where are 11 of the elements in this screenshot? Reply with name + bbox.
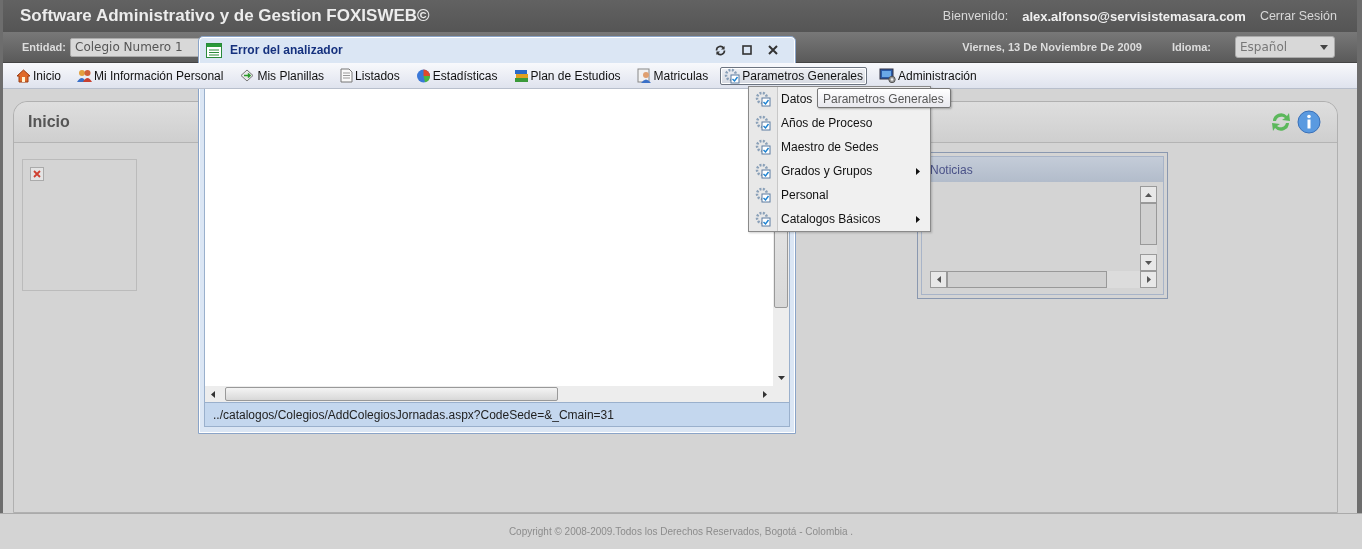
panel-title: Inicio <box>28 113 70 131</box>
user-email: alex.alfonso@servisistemasara.com <box>1022 8 1246 24</box>
tooltip: Parametros Generales <box>817 88 951 108</box>
entity-label: Entidad: <box>22 41 66 53</box>
url-text: ../catalogos/Colegios/AddColegiosJornadas.aspx?CodeSede=&_Cmain=31 <box>213 407 614 422</box>
news-title: Noticias <box>930 162 973 177</box>
date-text: Viernes, 13 De Noviembre De 2009 <box>962 41 1142 53</box>
app-title: Software Administrativo y de Gestion FOXISWEB© <box>20 6 431 26</box>
welcome-label: Bienvenido: <box>942 9 1009 23</box>
copyright-text: Copyright © 2008-2009.Todos los Derechos Reservados, Bogotá - Colombia . <box>508 526 854 537</box>
language-label: Idioma: <box>1171 41 1211 53</box>
